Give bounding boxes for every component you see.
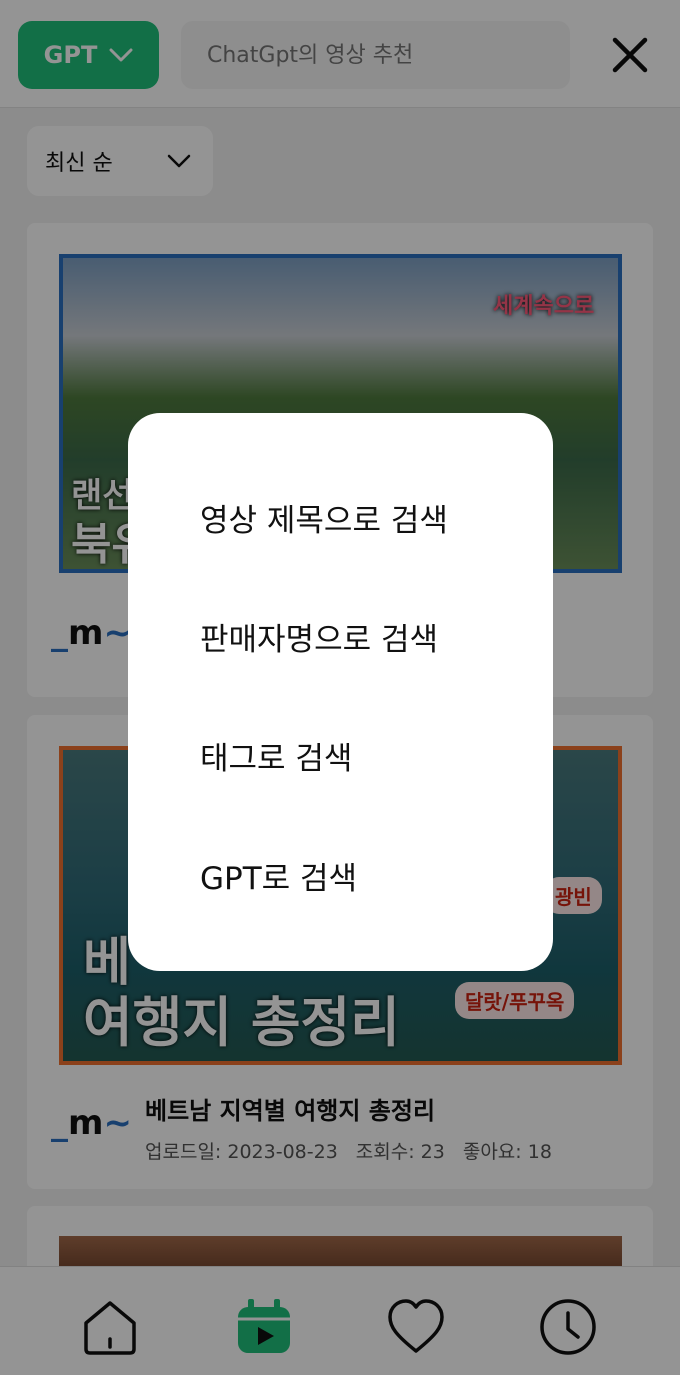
search-by-tag-option[interactable]: 태그로 검색 [200, 733, 352, 778]
search-by-seller-option[interactable]: 판매자명으로 검색 [200, 614, 438, 659]
search-by-title-option[interactable]: 영상 제목으로 검색 [200, 495, 448, 540]
search-type-dialog: 영상 제목으로 검색 판매자명으로 검색 태그로 검색 GPT로 검색 [128, 413, 553, 971]
search-by-gpt-option[interactable]: GPT로 검색 [200, 853, 357, 898]
